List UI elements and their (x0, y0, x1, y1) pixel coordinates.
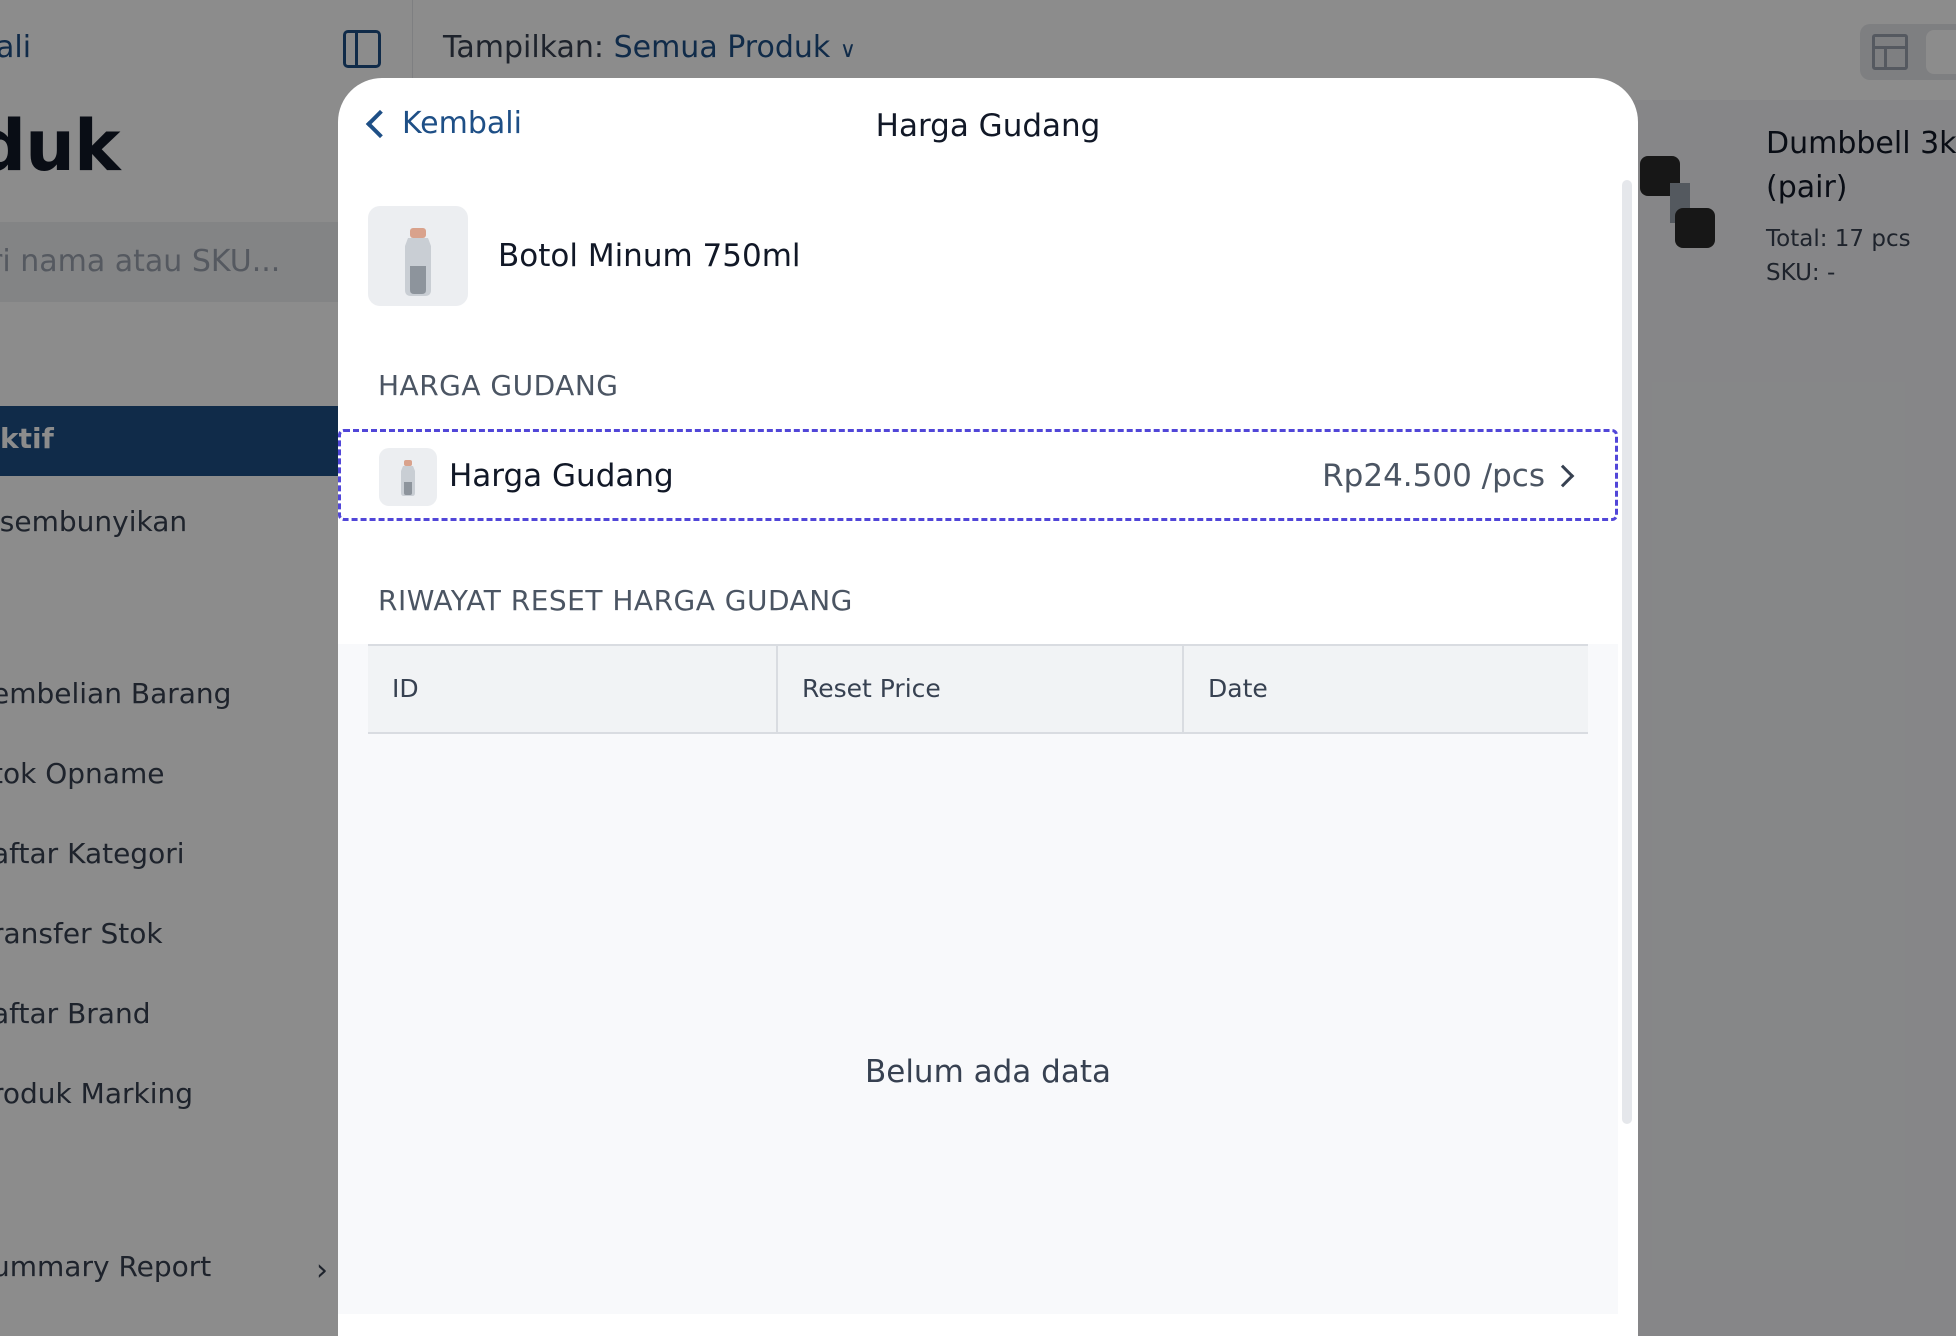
price-row-value: Rp24.500 /pcs (1322, 458, 1545, 494)
price-section-label: HARGA GUDANG (378, 369, 619, 402)
harga-gudang-row[interactable]: Harga Gudang Rp24.500 /pcs (338, 429, 1618, 521)
empty-state-text: Belum ada data (864, 1054, 1111, 1090)
chevron-right-icon (1551, 464, 1575, 488)
harga-gudang-modal: Kembali Harga Gudang Botol Minum 750ml H… (338, 78, 1638, 1336)
column-header-reset-price: Reset Price (776, 646, 1182, 732)
bottle-icon (401, 460, 415, 496)
table-header: ID Reset Price Date (368, 644, 1588, 734)
product-name: Botol Minum 750ml (498, 238, 801, 274)
modal-title: Harga Gudang (875, 108, 1101, 144)
column-header-id: ID (392, 674, 419, 703)
modal-header: Kembali Harga Gudang (338, 78, 1638, 178)
history-section-label: RIWAYAT RESET HARGA GUDANG (378, 584, 853, 617)
column-header-date: Date (1182, 646, 1588, 732)
scrollbar[interactable] (1622, 180, 1632, 1124)
product-thumbnail (368, 206, 468, 306)
bottle-icon (405, 228, 431, 296)
history-table: ID Reset Price Date Belum ada data (338, 644, 1618, 1314)
price-row-thumbnail (379, 448, 437, 506)
price-row-label: Harga Gudang (449, 458, 674, 494)
